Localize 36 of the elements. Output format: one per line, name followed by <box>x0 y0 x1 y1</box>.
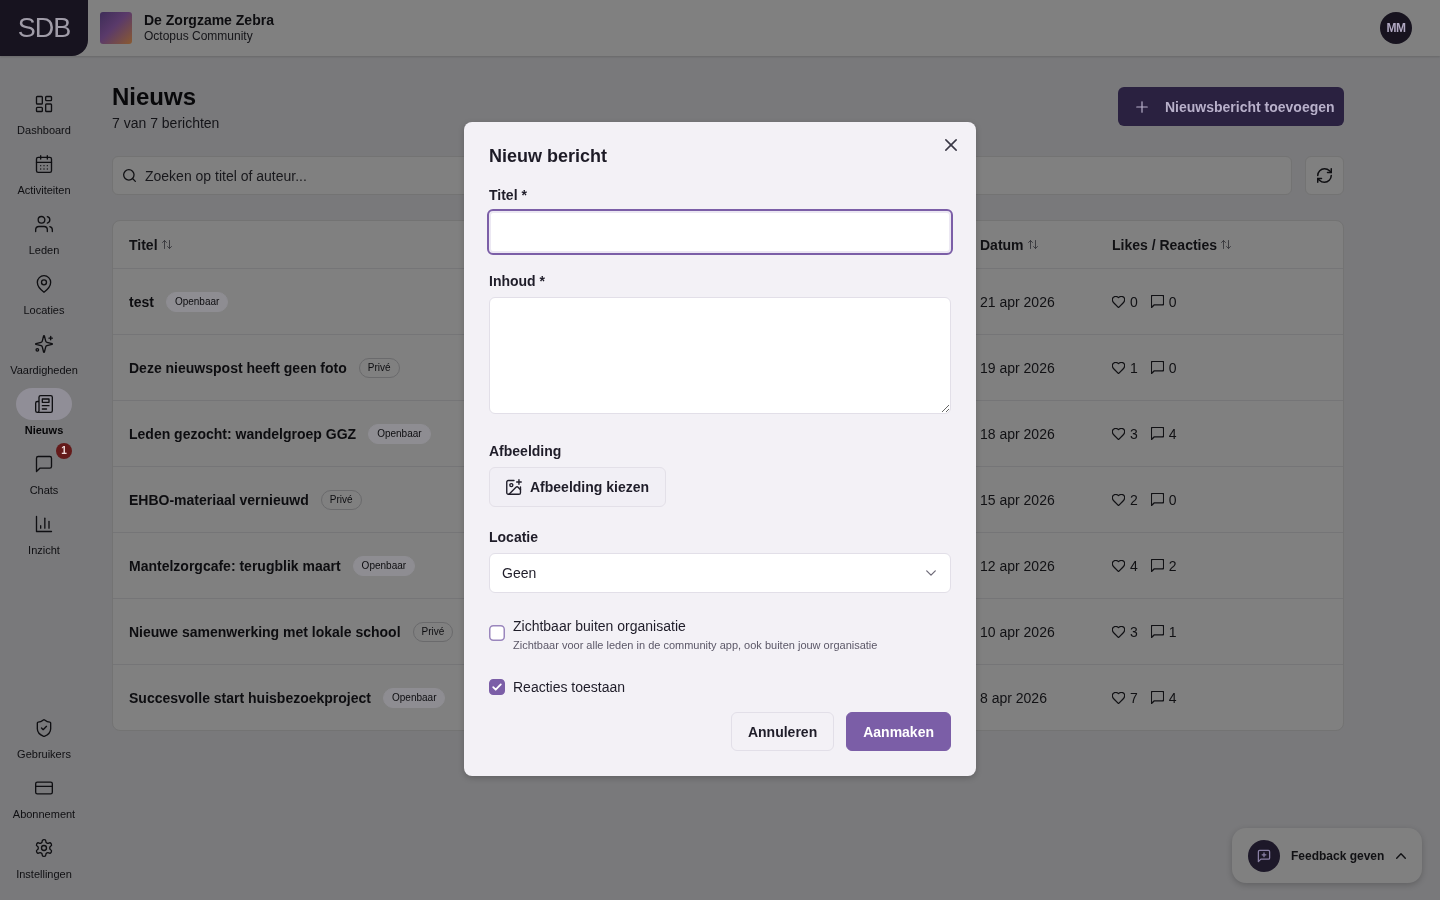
field-label: Locatie <box>489 528 539 546</box>
likes-count: 7 <box>1130 689 1138 706</box>
visibility-badge: Openbaar <box>383 687 446 708</box>
reactions-count: 0 <box>1168 491 1177 508</box>
date-cell: 12 apr 2026 <box>980 557 1055 574</box>
field-label: Titel * <box>489 186 528 204</box>
date-cell: 15 apr 2026 <box>980 491 1055 508</box>
post-count: 7 van 7 berichten <box>112 114 220 132</box>
reactions-count: 4 <box>1168 689 1177 706</box>
dialog-title: Nieuw bericht <box>489 145 609 168</box>
likes-count: 0 <box>1130 293 1138 310</box>
date-cell: 21 apr 2026 <box>980 293 1055 310</box>
date-cell: 18 apr 2026 <box>980 425 1055 442</box>
visibility-badge: Openbaar <box>165 291 229 312</box>
date-cell: 19 apr 2026 <box>980 359 1055 376</box>
reactions-count: 2 <box>1168 557 1177 574</box>
field-label: Inhoud * <box>489 272 546 290</box>
unread-badge: 1 <box>56 443 72 459</box>
reactions-count: 0 <box>1168 293 1177 310</box>
org-subtitle: Octopus Community <box>144 29 254 44</box>
checkbox-hint: Zichtbaar voor alle leden in de community app, ook buiten jouw organisatie <box>513 638 878 653</box>
reactions-count: 1 <box>1168 623 1177 640</box>
visibility-badge: Openbaar <box>368 423 431 444</box>
likes-count: 3 <box>1130 425 1138 442</box>
likes-count: 4 <box>1130 557 1138 574</box>
likes-count: 3 <box>1130 623 1138 640</box>
likes-count: 2 <box>1130 491 1138 508</box>
reactions-count: 0 <box>1168 359 1177 376</box>
reactions-count: 4 <box>1168 425 1177 442</box>
date-cell: 8 apr 2026 <box>980 689 1047 706</box>
visibility-badge: Openbaar <box>352 555 416 576</box>
org-name: De Zorgzame Zebra <box>144 12 274 29</box>
page-title: Nieuws <box>112 83 198 111</box>
date-cell: 10 apr 2026 <box>980 623 1055 640</box>
field-label: Afbeelding <box>489 442 563 460</box>
likes-count: 1 <box>1130 359 1138 376</box>
